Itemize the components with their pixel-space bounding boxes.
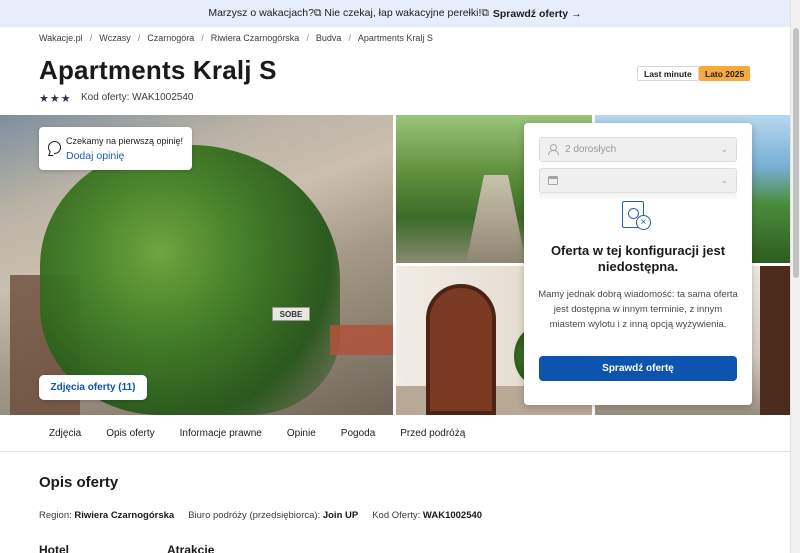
tab-before-trip[interactable]: Przed podróżą [400,428,465,439]
meta-value: Riwiera Czarnogórska [74,510,175,521]
star-icon: ★ [49,93,60,105]
breadcrumb-separator: / [89,33,93,43]
unavailable-title: Oferta w tej konfiguracji jest niedostęp… [550,243,726,274]
person-icon [548,144,559,155]
meta-code: Kod Oferty: WAK1002540 [372,510,482,521]
tab-description[interactable]: Opis oferty [106,428,154,439]
arrow-right-icon: → [571,7,582,20]
breadcrumb: Wakacje.pl / Wczasy / Czarnogóra / Riwie… [39,33,433,43]
hotel-rating-stars: ★ ★ ★ [39,92,71,105]
scrollbar-thumb[interactable] [793,28,799,278]
check-offer-button[interactable]: Sprawdź ofertę [539,356,737,381]
tab-weather[interactable]: Pogoda [341,428,375,439]
description-title: Opis oferty [39,474,119,491]
photo-detail [466,175,526,263]
photo-detail [426,284,496,415]
breadcrumb-separator: / [201,33,204,43]
chat-bubble-icon [48,141,61,154]
meta-label: Kod Oferty: [372,510,421,521]
offer-photos-button[interactable]: Zdjęcia oferty (11) [39,375,147,400]
offer-code: Kod oferty: WAK1002540 [81,92,194,103]
tab-legal[interactable]: Informacje prawne [180,428,262,439]
meta-value: Join UP [322,510,359,521]
tab-photos[interactable]: Zdjęcia [49,428,81,439]
star-icon: ★ [39,93,49,105]
breadcrumb-item[interactable]: Budva [316,33,342,43]
page-title: Apartments Kralj S [39,55,277,85]
meta-region: Region: Riwiera Czarnogórska [39,510,174,521]
page-scrollbar[interactable] [790,0,800,553]
last-minute-badge: Last minute [637,66,699,81]
promo-text: Marzysz o wakacjach?⧉ Nie czekaj, łap wa… [208,7,489,19]
breadcrumb-separator: / [137,33,141,43]
review-prompt: Czekamy na pierwszą opinię! [66,136,184,146]
meta-label: Region: [39,510,72,521]
breadcrumb-item[interactable]: Wakacje.pl [39,33,83,43]
photo-detail [330,325,393,355]
photo-sign: SOBE [272,307,310,321]
unavailable-message: Mamy jednak dobrą wiadomość: ta sama ofe… [538,289,738,330]
document-x-icon: × [622,201,654,233]
review-card: Czekamy na pierwszą opinię! Dodaj opinię [39,127,192,170]
breadcrumb-separator: / [348,33,351,43]
breadcrumb-current: Apartments Kralj S [357,33,433,43]
x-circle: × [636,215,651,230]
section-tabs: Zdjęcia Opis oferty Informacje prawne Op… [0,415,790,452]
breadcrumb-separator: / [306,33,309,43]
tab-reviews[interactable]: Opinie [287,428,316,439]
chevron-down-icon: ⌄ [720,175,728,185]
guests-value: 2 dorosłych [565,144,617,155]
chevron-down-icon: ⌄ [720,144,728,154]
breadcrumb-item[interactable]: Wczasy [99,33,131,43]
promo-banner[interactable]: Marzysz o wakacjach?⧉ Nie czekaj, łap wa… [0,0,790,27]
meta-label: Biuro podróży (przedsiębiorca): [188,510,321,521]
meta-value: WAK1002540 [422,510,483,521]
breadcrumb-item[interactable]: Czarnogóra [147,33,194,43]
photo-detail [760,266,790,415]
guests-select[interactable]: 2 dorosłych ⌄ [539,137,737,162]
star-icon: ★ [60,93,71,105]
calendar-icon [548,176,558,185]
season-badge: Lato 2025 [699,66,751,81]
booking-panel: 2 dorosłych ⌄ ⌄ × Oferta w tej konfigura… [524,123,752,405]
select-fade [539,193,737,201]
attractions-heading: Atrakcje [167,543,215,553]
hotel-heading: Hotel [39,543,69,553]
breadcrumb-item[interactable]: Riwiera Czarnogórska [211,33,300,43]
add-review-link[interactable]: Dodaj opinię [66,150,124,162]
date-select[interactable]: ⌄ [539,168,737,193]
promo-cta-link[interactable]: Sprawdź oferty [493,8,568,20]
offer-meta: Region: Riwiera Czarnogórska Biuro podró… [39,510,482,521]
meta-agency: Biuro podróży (przedsiębiorca): Join UP [188,510,358,521]
